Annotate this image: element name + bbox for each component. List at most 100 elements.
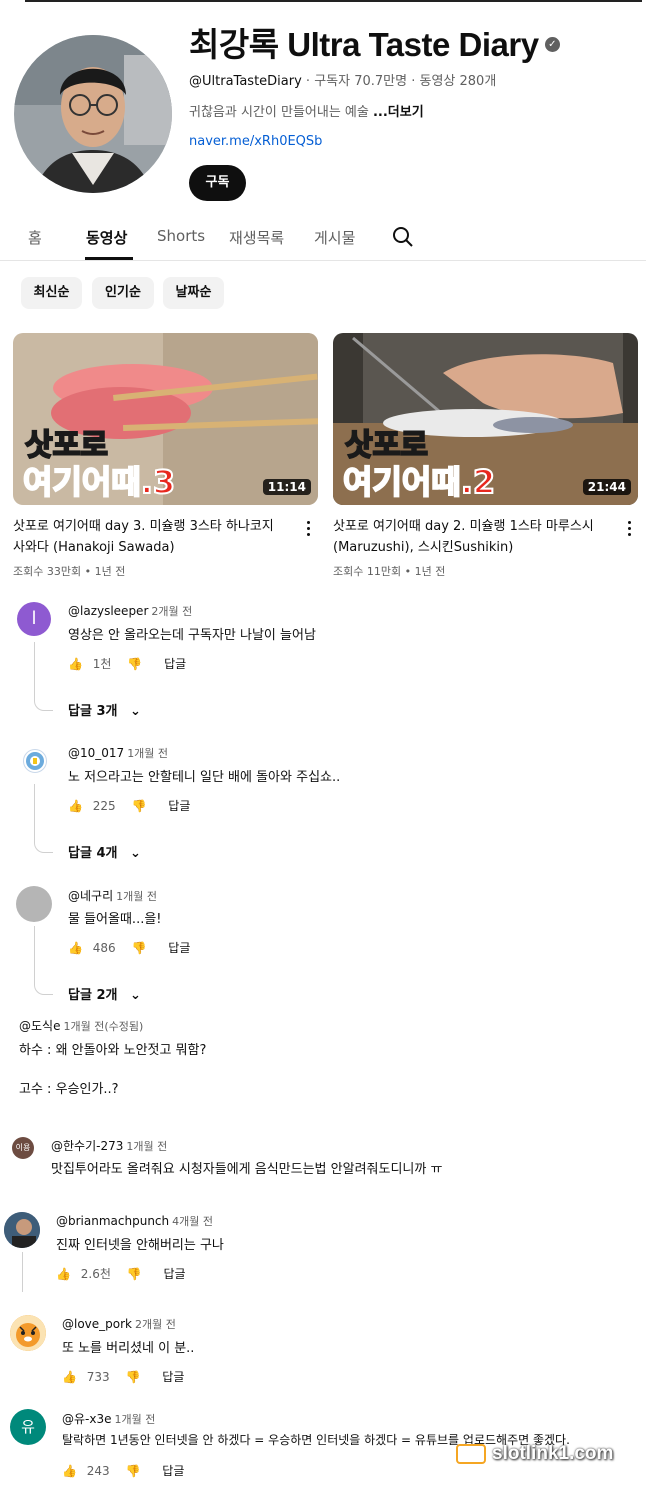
reply-button[interactable]: 답글 — [168, 799, 190, 813]
tab-home[interactable]: 홈 — [28, 227, 42, 248]
comment-author[interactable]: @lazysleeper — [68, 604, 148, 618]
overlay-line2: 여기어때.3 — [23, 463, 175, 501]
chip-popular[interactable]: 인기순 — [92, 277, 154, 309]
comment-text-line: 고수 : 우승인가..? — [19, 1082, 119, 1097]
like-icon[interactable]: 👍 — [68, 941, 83, 955]
comment-header: @brianmachpunch 4개월 전 — [56, 1213, 213, 1229]
comment-author[interactable]: @유-x3e — [62, 1412, 112, 1426]
comment-avatar[interactable]: 이용 — [12, 1137, 34, 1159]
comment-time: 2개월 전 — [135, 1318, 176, 1331]
comment-header: @네구리 1개월 전 — [68, 887, 157, 904]
comment-header: @love_pork 2개월 전 — [62, 1316, 176, 1332]
channel-description[interactable]: 귀찮음과 시간이 만들어내는 예술 ...더보기 — [189, 101, 424, 120]
channel-avatar[interactable] — [14, 35, 172, 193]
video-title[interactable]: 삿포로 여기어때 day 2. 미슐랭 1스타 마루스시(Maruzushi),… — [333, 516, 608, 558]
comment-avatar[interactable] — [10, 1315, 46, 1351]
comment-text-line: 하수 : 왜 안돌아와 노안젓고 뭐함? — [19, 1043, 207, 1058]
reply-button[interactable]: 답글 — [162, 1370, 184, 1384]
replies-count: 답글 3개 — [68, 704, 118, 719]
more-options-icon[interactable] — [628, 521, 632, 537]
comment-time: 1개월 전 — [126, 1140, 168, 1153]
dislike-icon[interactable]: 👎 — [126, 1370, 141, 1384]
view-replies-button[interactable]: 답글 4개 ⌄ — [68, 842, 141, 861]
comment-author[interactable]: @도식e — [19, 1019, 60, 1033]
comment-header: @한수기-273 1개월 전 — [51, 1137, 167, 1154]
chip-latest[interactable]: 최신순 — [21, 277, 82, 309]
channel-meta: @UltraTasteDiary · 구독자 70.7만명 · 동영상 280개 — [189, 74, 497, 89]
like-icon[interactable]: 👍 — [62, 1464, 77, 1478]
chip-oldest[interactable]: 날짜순 — [163, 277, 224, 309]
watermark-logo-icon — [456, 1443, 486, 1464]
view-replies-button[interactable]: 답글 2개 ⌄ — [68, 984, 141, 1003]
view-replies-button[interactable]: 답글 3개 ⌄ — [68, 700, 141, 719]
comment-time: 1개월 전(수정됨) — [63, 1020, 144, 1033]
comment-author[interactable]: @10_017 — [68, 746, 124, 760]
like-count: 486 — [92, 941, 116, 955]
comment-avatar[interactable]: 유 — [10, 1409, 46, 1445]
dislike-icon[interactable]: 👎 — [127, 1267, 142, 1281]
chevron-down-icon: ⌄ — [129, 988, 141, 1003]
search-icon[interactable] — [392, 226, 414, 248]
dislike-icon[interactable]: 👎 — [126, 1464, 141, 1478]
tab-playlists[interactable]: 재생목록 — [229, 227, 284, 248]
subscribe-button[interactable]: 구독 — [189, 165, 246, 201]
verified-icon: ✓ — [544, 36, 560, 52]
dislike-icon[interactable]: 👎 — [127, 657, 142, 671]
like-count: 243 — [86, 1464, 110, 1478]
like-icon[interactable]: 👍 — [68, 799, 83, 813]
dislike-icon[interactable]: 👎 — [132, 941, 147, 955]
channel-name-text: 최강록 Ultra Taste Diary — [189, 26, 539, 63]
comment-time: 1개월 전 — [114, 1413, 156, 1426]
more-link[interactable]: ...더보기 — [373, 105, 424, 120]
comment-header: @10_017 1개월 전 — [68, 745, 168, 761]
comment-avatar[interactable]: l — [17, 602, 51, 636]
comment-header: @lazysleeper 2개월 전 — [68, 603, 192, 619]
dislike-icon[interactable]: 👎 — [132, 799, 147, 813]
reply-button[interactable]: 답글 — [164, 1267, 186, 1281]
comment-time: 1개월 전 — [116, 890, 157, 903]
channel-name: 최강록 Ultra Taste Diary ✓ — [189, 18, 560, 66]
thread-line — [34, 926, 53, 995]
video-meta: 조회수 11만회 • 1년 전 — [333, 565, 446, 578]
comment-avatar[interactable] — [16, 886, 52, 922]
video-views: 조회수 11만회 — [333, 565, 402, 578]
comment-header: @유-x3e 1개월 전 — [62, 1410, 155, 1427]
like-count: 733 — [86, 1370, 110, 1384]
video-duration: 21:44 — [582, 479, 631, 495]
thread-line — [34, 642, 53, 711]
reply-button[interactable]: 답글 — [164, 657, 186, 671]
comment-time: 4개월 전 — [172, 1215, 213, 1228]
tab-posts[interactable]: 게시물 — [314, 227, 355, 248]
overlay-line2: 여기어때.2 — [343, 463, 495, 501]
video-thumbnail[interactable]: 삿포로 여기어때.3 11:14 — [13, 333, 318, 505]
thread-line — [34, 784, 53, 853]
like-icon[interactable]: 👍 — [56, 1267, 71, 1281]
top-divider — [25, 0, 642, 2]
comment-author[interactable]: @brianmachpunch — [56, 1214, 169, 1228]
like-count: 1천 — [92, 657, 112, 671]
video-count: 동영상 280개 — [419, 74, 497, 89]
comment-text: 영상은 안 올라오는데 구독자만 나날이 늘어남 — [68, 628, 316, 643]
tabs-divider — [0, 260, 646, 261]
like-icon[interactable]: 👍 — [62, 1370, 77, 1384]
tab-videos[interactable]: 동영상 — [86, 227, 127, 248]
channel-link[interactable]: naver.me/xRh0EQSb — [189, 134, 322, 149]
comment-author[interactable]: @love_pork — [62, 1317, 132, 1331]
comment-time: 1개월 전 — [127, 747, 169, 760]
description-text: 귀찮음과 시간이 만들어내는 예술 — [189, 105, 373, 120]
video-title[interactable]: 삿포로 여기어때 day 3. 미슐랭 3스타 하나코지 사와다 (Hanako… — [13, 516, 288, 558]
reply-button[interactable]: 답글 — [168, 941, 190, 955]
video-age: 1년 전 — [94, 565, 126, 578]
more-options-icon[interactable] — [307, 521, 311, 537]
tab-shorts[interactable]: Shorts — [157, 227, 205, 245]
comment-author[interactable]: @네구리 — [68, 889, 113, 903]
comment-avatar[interactable] — [23, 749, 47, 773]
comment-avatar[interactable] — [4, 1212, 40, 1248]
subscriber-count: 구독자 70.7만명 — [314, 74, 408, 89]
comment-text: 물 들어올때...을! — [68, 912, 162, 927]
comment-author[interactable]: @한수기-273 — [51, 1139, 123, 1153]
like-icon[interactable]: 👍 — [68, 657, 83, 671]
video-thumbnail[interactable]: 삿포로 여기어때.2 21:44 — [333, 333, 638, 505]
reply-button[interactable]: 답글 — [162, 1464, 184, 1478]
watermark-text: slotlink1.com — [492, 1443, 614, 1464]
